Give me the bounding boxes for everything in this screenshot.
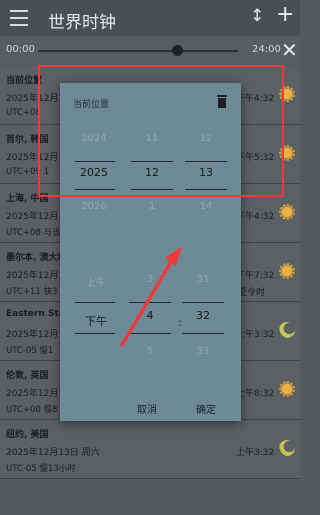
pointer-arrow-icon <box>120 246 182 347</box>
